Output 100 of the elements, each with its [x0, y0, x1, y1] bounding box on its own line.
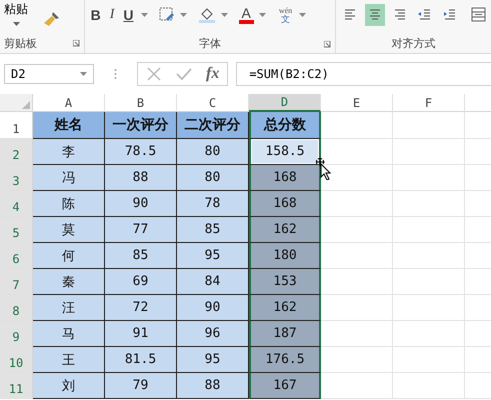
column-header[interactable]: F	[393, 94, 465, 112]
align-button[interactable]	[365, 4, 385, 26]
table-cell: 何	[33, 243, 105, 269]
caret-icon[interactable]	[220, 13, 228, 17]
caret-icon	[80, 72, 87, 76]
table-cell: 汪	[33, 295, 105, 321]
row-header[interactable]: 7	[0, 269, 33, 295]
table-cell: 莫	[33, 217, 105, 243]
table-cell: 162	[249, 217, 321, 243]
table-cell: 81.5	[105, 347, 177, 373]
move-cursor-icon	[316, 158, 332, 180]
launcher-icon[interactable]	[324, 41, 331, 48]
table-cell: 90	[177, 295, 249, 321]
column-title-cell: 一次评分	[105, 112, 177, 139]
empty-cell	[393, 112, 465, 139]
merge-cells-icon[interactable]	[471, 7, 487, 23]
table-cell: 91	[105, 321, 177, 347]
table-cell: 168	[249, 165, 321, 191]
empty-cell	[393, 191, 465, 217]
row-header[interactable]: 1	[0, 112, 33, 139]
table-cell: 80	[177, 139, 249, 165]
align-icon	[393, 9, 407, 21]
table-cell: 162	[249, 295, 321, 321]
empty-cell	[393, 321, 465, 347]
insert-function-button[interactable]: fx	[206, 65, 220, 83]
name-box[interactable]: D2	[4, 64, 94, 84]
column-title-cell: 二次评分	[177, 112, 249, 139]
table-cell: 冯	[33, 165, 105, 191]
table-cell: 96	[177, 321, 249, 347]
table-cell: 79	[105, 373, 177, 399]
empty-cell	[393, 347, 465, 373]
empty-cell	[393, 295, 465, 321]
table-cell: 秦	[33, 269, 105, 295]
align-icon	[443, 9, 457, 21]
table-cell: 马	[33, 321, 105, 347]
phonetic-button[interactable]: wén 文	[276, 6, 294, 24]
table-cell: 王	[33, 347, 105, 373]
table-cell: 90	[105, 191, 177, 217]
table-cell: 陈	[33, 191, 105, 217]
row-header[interactable]: 3	[0, 165, 33, 191]
table-cell: 李	[33, 139, 105, 165]
caret-icon[interactable]	[140, 13, 148, 17]
table-cell: 176.5	[249, 347, 321, 373]
grip-icon	[114, 68, 117, 80]
column-header[interactable]: E	[321, 94, 393, 112]
table-cell: 84	[177, 269, 249, 295]
table-cell: 88	[105, 165, 177, 191]
paintbrush-icon[interactable]	[43, 10, 61, 28]
caret-icon	[12, 22, 20, 26]
check-icon[interactable]	[176, 67, 192, 81]
launcher-icon[interactable]	[72, 40, 80, 46]
table-cell: 88	[177, 373, 249, 399]
table-cell: 85	[177, 217, 249, 243]
paste-button[interactable]: 粘贴	[4, 0, 28, 26]
group-label: 剪贴板	[4, 36, 37, 50]
italic-button[interactable]: I	[108, 7, 116, 23]
table-cell: 187	[249, 321, 321, 347]
row-header[interactable]: 9	[0, 321, 33, 347]
border-icon[interactable]	[158, 7, 174, 23]
table-cell: 77	[105, 217, 177, 243]
align-icon	[343, 9, 357, 21]
table-cell: 95	[177, 243, 249, 269]
empty-cell	[393, 139, 465, 165]
bold-button[interactable]: B	[88, 7, 103, 23]
font-color-button[interactable]: A	[238, 6, 254, 24]
table-cell: 78	[177, 191, 249, 217]
underline-button[interactable]: U	[121, 7, 136, 23]
empty-cell	[393, 373, 465, 399]
row-header[interactable]: 2	[0, 139, 33, 165]
table-cell: 168	[249, 191, 321, 217]
caret-icon[interactable]	[299, 13, 306, 17]
table-cell: 78.5	[105, 139, 177, 165]
table-cell: 158.5	[249, 139, 321, 165]
group-label: 对齐方式	[392, 36, 436, 50]
row-header[interactable]: 10	[0, 347, 33, 373]
row-header[interactable]: 6	[0, 243, 33, 269]
row-header[interactable]: 5	[0, 217, 33, 243]
row-header[interactable]: 8	[0, 295, 33, 321]
column-header[interactable]: A	[33, 94, 105, 112]
column-title-cell: 姓名	[33, 112, 105, 139]
caret-icon[interactable]	[258, 13, 266, 17]
formula-field[interactable]: =SUM(B2:C2)	[236, 62, 491, 86]
table-cell: 刘	[33, 373, 105, 399]
empty-cell	[393, 269, 465, 295]
align-icon	[418, 9, 432, 21]
column-header[interactable]: B	[105, 94, 177, 112]
fill-color-icon[interactable]	[198, 6, 216, 24]
empty-cell	[393, 165, 465, 191]
empty-cell	[393, 217, 465, 243]
group-label: 字体	[198, 36, 221, 50]
column-header[interactable]: C	[177, 94, 249, 112]
row-header[interactable]: 11	[0, 373, 33, 399]
align-icon	[368, 9, 382, 21]
table-cell: 85	[105, 243, 177, 269]
row-header[interactable]: 4	[0, 191, 33, 217]
caret-icon[interactable]	[180, 13, 186, 17]
table-cell: 95	[177, 347, 249, 373]
table-cell: 167	[249, 373, 321, 399]
column-header[interactable]: D	[249, 94, 321, 112]
empty-cell	[393, 243, 465, 269]
